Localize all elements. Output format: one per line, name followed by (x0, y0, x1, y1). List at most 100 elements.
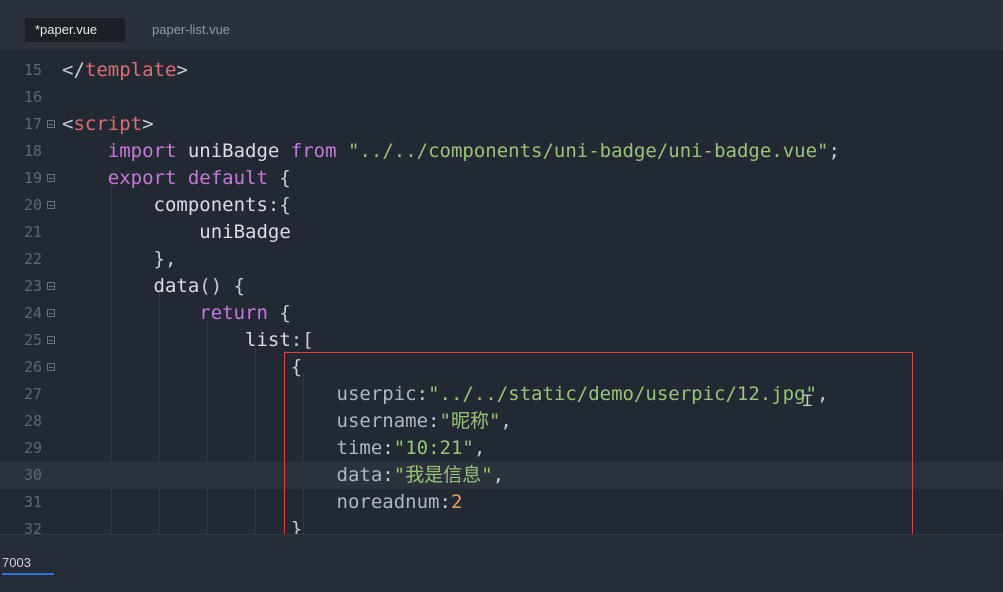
line-number: 25 (23, 331, 42, 349)
fold-toggle-icon[interactable] (47, 201, 55, 209)
code-token: > (176, 59, 188, 81)
line-number: 17 (23, 115, 42, 133)
fold-toggle-icon[interactable] (47, 336, 55, 344)
code-token: "10:21" (393, 437, 474, 459)
code-line[interactable]: 29 time:"10:21", (0, 435, 1003, 462)
code-token: components (62, 194, 268, 216)
code-token: time (62, 437, 383, 459)
tab-paper-vue[interactable]: *paper.vue (25, 18, 125, 42)
code-token: :{ (267, 194, 291, 216)
line-number: 30 (23, 466, 42, 484)
code-line[interactable]: 15 </template> (0, 57, 1003, 84)
code-token: template (84, 59, 177, 81)
code-line[interactable]: 23 data() { (0, 273, 1003, 300)
code-line[interactable]: 16 (0, 84, 1003, 111)
code-text: noreadnum:2 (62, 489, 463, 516)
line-number: 15 (23, 61, 42, 79)
port-tab[interactable]: 7003 (2, 555, 31, 570)
code-editor[interactable]: 15 </template> 16 17 <script> 18 import uniBa… (0, 50, 1003, 534)
code-token: uniBadge (62, 221, 291, 243)
code-text: export default { (62, 165, 291, 192)
code-text: }, (62, 246, 177, 273)
code-line[interactable]: 32 } (0, 516, 1003, 534)
code-token: return (199, 302, 268, 324)
code-text: userpic:"../../static/demo/userpic/12.jp… (62, 381, 829, 408)
line-number: 26 (23, 358, 42, 376)
text-cursor-icon: Ɪ (803, 391, 812, 410)
code-token: : (439, 491, 451, 513)
code-line[interactable]: 20 components:{ (0, 192, 1003, 219)
code-text: data() { (62, 273, 246, 300)
code-token: , (492, 464, 505, 486)
code-line[interactable]: 30 data:"我是信息", (0, 462, 1003, 489)
line-number: 22 (23, 250, 42, 268)
code-token: from (290, 140, 337, 162)
port-tab-underline (2, 573, 54, 575)
code-token: "我是信息" (393, 464, 493, 486)
line-number: 31 (23, 493, 42, 511)
code-token: ; (828, 140, 840, 162)
code-text: username:"昵称", (62, 408, 512, 435)
code-token: default (187, 167, 268, 189)
code-line[interactable]: 27 userpic:"../../static/demo/userpic/12… (0, 381, 1003, 408)
fold-toggle-icon[interactable] (47, 174, 55, 182)
code-line[interactable]: 24 return { (0, 300, 1003, 327)
fold-toggle-icon[interactable] (47, 282, 55, 290)
fold-toggle-icon[interactable] (47, 309, 55, 317)
fold-toggle-icon[interactable] (47, 363, 55, 371)
code-text: <script> (62, 111, 154, 138)
line-number: 28 (23, 412, 42, 430)
code-token: , (500, 410, 512, 432)
code-token: { (267, 302, 291, 324)
code-text: data:"我是信息", (62, 462, 505, 489)
code-token: username (62, 410, 429, 432)
line-number: 29 (23, 439, 42, 457)
code-token: </ (62, 59, 85, 81)
code-text: </template> (62, 57, 188, 84)
code-token: "昵称" (439, 410, 501, 432)
code-line[interactable]: 21 uniBadge (0, 219, 1003, 246)
fold-toggle-icon[interactable] (47, 120, 55, 128)
code-token: , (817, 383, 829, 405)
code-line[interactable]: 17 <script> (0, 111, 1003, 138)
line-number: 16 (23, 88, 42, 106)
bottom-panel: 7003 (0, 534, 1003, 592)
code-token: "../../components/uni-badge/uni-badge.vu… (348, 140, 829, 162)
code-text: import uniBadge from "../../components/u… (62, 138, 840, 165)
line-number: 18 (23, 142, 42, 160)
code-text: components:{ (62, 192, 291, 219)
code-token: noreadnum (62, 491, 440, 513)
code-text: return { (62, 300, 291, 327)
code-token: , (473, 437, 486, 459)
code-token: export (107, 167, 177, 189)
code-token: { (267, 167, 291, 189)
code-line[interactable]: 18 import uniBadge from "../../component… (0, 138, 1003, 165)
code-line[interactable]: 26 { (0, 354, 1003, 381)
code-text: } (62, 516, 302, 534)
code-token: > (142, 113, 154, 135)
code-line[interactable]: 31 noreadnum:2 (0, 489, 1003, 516)
code-token: < (62, 113, 74, 135)
code-line[interactable]: 22 }, (0, 246, 1003, 273)
tab-paper-list-vue[interactable]: paper-list.vue (142, 18, 252, 42)
code-token: userpic (62, 383, 417, 405)
code-line[interactable]: 28 username:"昵称", (0, 408, 1003, 435)
code-token: 2 (450, 491, 463, 513)
code-token: : (382, 437, 394, 459)
code-line[interactable]: 19 export default { (0, 165, 1003, 192)
code-line[interactable]: 25 list:[ (0, 327, 1003, 354)
code-text: time:"10:21", (62, 435, 486, 462)
code-token: data (62, 275, 200, 297)
line-number: 23 (23, 277, 42, 295)
code-token: script (73, 113, 143, 135)
code-text: list:[ (62, 327, 314, 354)
code-token: import (107, 140, 177, 162)
code-token: data (62, 464, 383, 486)
code-token: } (62, 518, 303, 534)
code-text: uniBadge (62, 219, 291, 246)
